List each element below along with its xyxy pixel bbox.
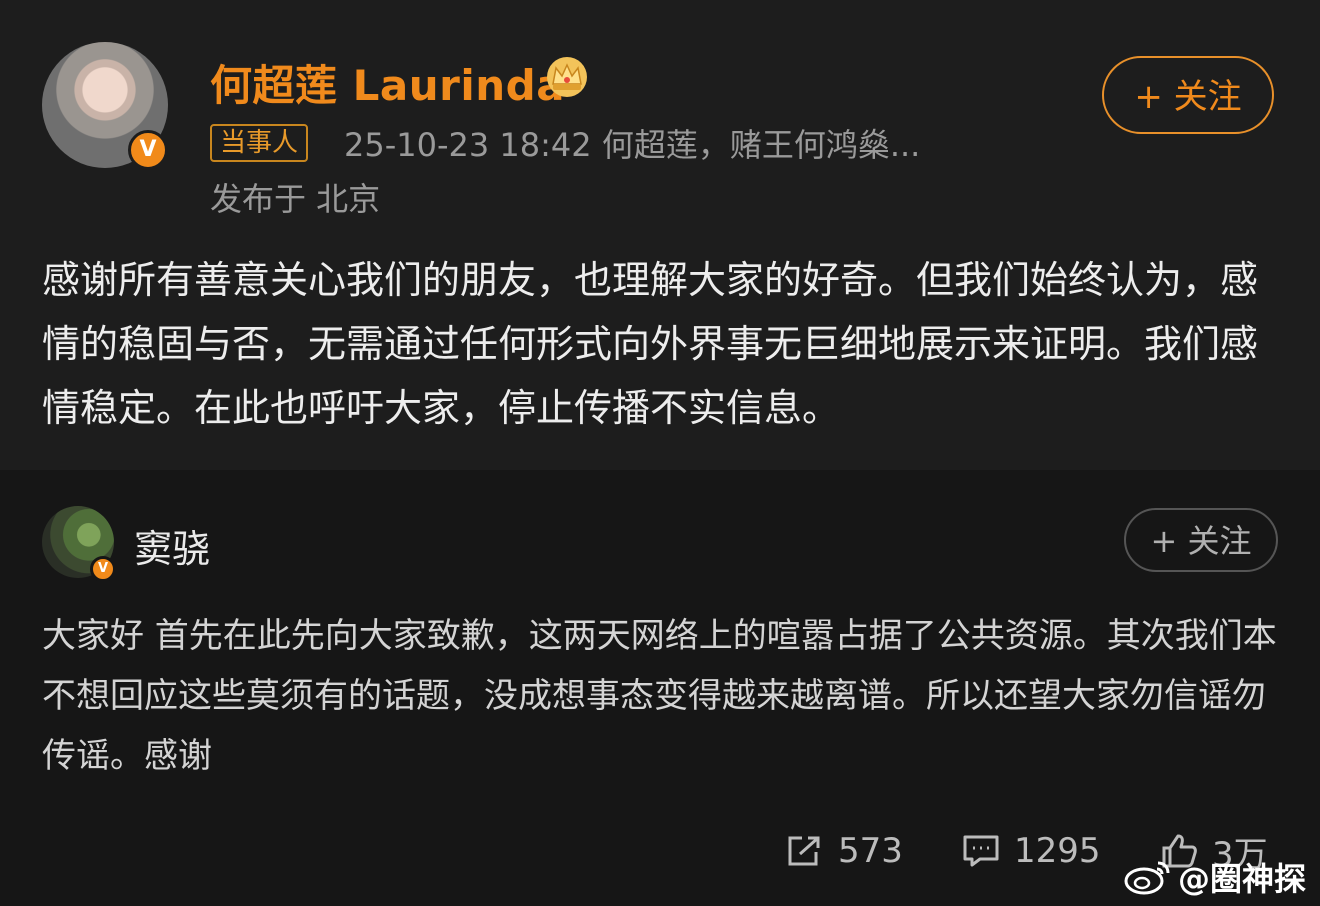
repost-follow-button[interactable]: + 关注 <box>1124 508 1278 572</box>
comment-button[interactable]: 1295 <box>962 828 1101 874</box>
follow-button[interactable]: + 关注 <box>1102 56 1274 134</box>
repost-verified-badge: V <box>90 556 116 582</box>
watermark: @圈神探 <box>1122 852 1306 902</box>
repost-text: 大家好 首先在此先向大家致歉，这两天网络上的喧嚣占据了公共资源。其次我们本不想回… <box>42 616 1277 776</box>
watermark-text: @圈神探 <box>1178 860 1307 898</box>
share-icon <box>788 836 820 866</box>
reposted-post: V 窦骁 + 关注 大家好 首先在此先向大家致歉，这两天网络上的喧嚣占据了公共资… <box>0 470 1320 906</box>
post-meta: 25-10-23 18:42 何超莲，赌王何鸿燊... <box>344 126 921 164</box>
share-button[interactable]: 573 <box>786 828 903 874</box>
verified-badge: V <box>128 130 168 170</box>
post-text: 感谢所有善意关心我们的朋友，也理解大家的好奇。但我们始终认为，感情的稳固与否，无… <box>42 258 1259 430</box>
original-post: V 何超莲 Laurinda 当事人 25-10-23 18:42 何超莲，赌王… <box>0 0 1320 470</box>
share-count: 573 <box>838 831 903 871</box>
author-name[interactable]: 何超莲 Laurinda <box>210 52 565 113</box>
crown-icon <box>547 57 587 97</box>
weibo-logo-icon <box>1124 861 1170 895</box>
post-location: 发布于 北京 <box>210 180 381 218</box>
comment-count: 1295 <box>1014 831 1101 871</box>
repost-author-name[interactable]: 窦骁 <box>134 518 210 573</box>
participant-tag: 当事人 <box>210 124 309 162</box>
comment-icon <box>963 835 999 867</box>
